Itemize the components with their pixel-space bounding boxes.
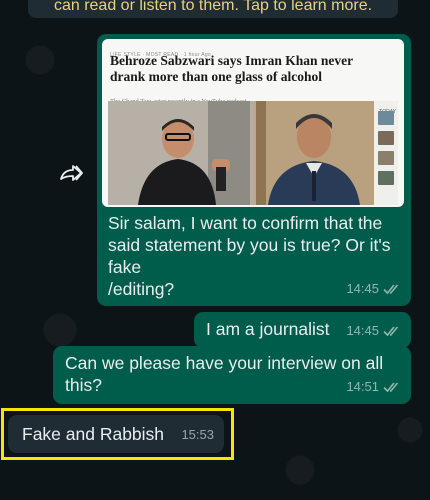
message-bubble-4[interactable]: Fake and Rabbish 15:53: [8, 415, 224, 453]
double-check-icon: [383, 284, 399, 295]
message-bubble-2[interactable]: I am a journalist 14:45: [194, 312, 411, 348]
message-meta: 15:53: [181, 424, 214, 446]
message-meta: 14:51: [346, 376, 401, 398]
message-text: I am a journalist: [206, 319, 330, 339]
news-screenshot-image[interactable]: LIFE STYLE · MOST READ · 1 hour Ago Behr…: [102, 39, 404, 207]
forward-button[interactable]: [54, 156, 88, 190]
article-headline: Behroze Sabzwari says Imran Khan never d…: [110, 53, 353, 84]
side-thumbnail: [378, 151, 394, 165]
instagram-side-panel: TODAY: [374, 101, 398, 205]
message-text: Fake and Rabbish: [22, 424, 165, 444]
encryption-notice[interactable]: can read or listen to them. Tap to learn…: [28, 0, 398, 18]
message-time: 14:51: [346, 379, 379, 394]
message-time: 14:45: [346, 323, 379, 338]
message-meta: 14:45: [346, 278, 401, 300]
article-photo: TODAY: [108, 101, 398, 205]
side-thumbnail: [378, 111, 394, 125]
double-check-icon: [383, 326, 399, 337]
forward-arrow-icon: [60, 165, 83, 181]
side-thumbnail: [378, 131, 394, 145]
message-time: 14:45: [346, 281, 379, 296]
side-thumbnail: [378, 171, 394, 185]
message-bubble-3[interactable]: Can we please have your interview on all…: [53, 346, 411, 404]
encryption-notice-text: can read or listen to them. Tap to learn…: [53, 0, 373, 14]
double-check-icon: [383, 382, 399, 393]
article-photo-illustration: [108, 101, 374, 205]
message-meta: 14:45: [346, 320, 401, 342]
message-time: 15:53: [181, 427, 214, 442]
message-bubble-1[interactable]: LIFE STYLE · MOST READ · 1 hour Ago Behr…: [97, 34, 411, 306]
